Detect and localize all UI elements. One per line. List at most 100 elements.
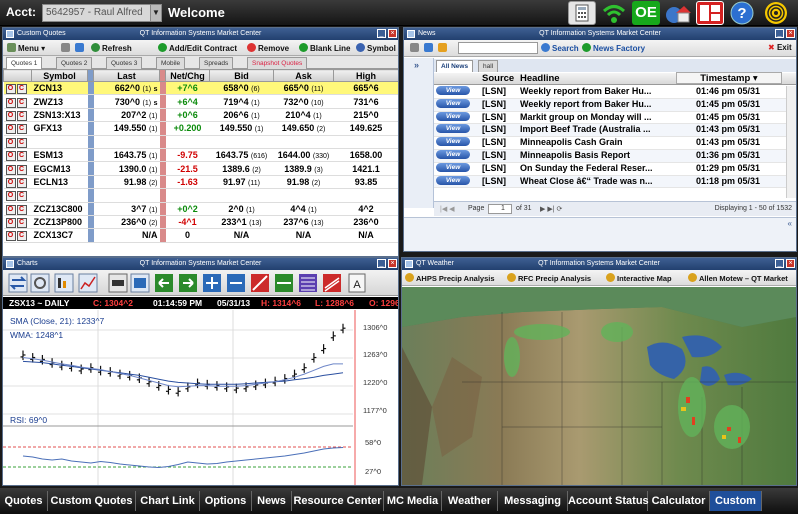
view-button[interactable]: View <box>436 98 470 108</box>
zoom-in-icon[interactable] <box>203 274 221 292</box>
bid-header[interactable]: Bid <box>209 69 274 82</box>
tab-snapshot-quotes[interactable]: Snapshot Quotes <box>247 57 308 69</box>
add-edit-contract-button[interactable]: Add/Edit Contract <box>158 43 237 53</box>
tab-messaging[interactable]: Messaging <box>498 491 568 511</box>
symbol-cell[interactable]: ZWZ13 <box>31 94 88 109</box>
tab-quotes-3[interactable]: Quotes 3 <box>106 57 143 69</box>
news-headline[interactable]: On Sunday the Federal Reser... <box>520 163 672 173</box>
wifi-icon[interactable] <box>600 1 628 25</box>
symbol-search-button[interactable]: Symbol S <box>356 43 398 53</box>
tab-mc-media[interactable]: MC Media <box>384 491 442 511</box>
ask-header[interactable]: Ask <box>273 69 334 82</box>
text-tool-icon[interactable]: A <box>348 273 366 293</box>
view-button[interactable]: View <box>436 111 470 121</box>
chart-icon[interactable]: C <box>16 110 27 121</box>
row-actions[interactable]: OC <box>3 94 32 109</box>
news-scrollbar[interactable] <box>786 86 796 198</box>
table-row[interactable]: O C ZCZ13C800 3^7 (1) +0^2 2^0 (1) 4^4 (1) 4^2 <box>3 202 398 216</box>
list-item[interactable]: View [LSN] Weekly report from Baker Hu... 0… <box>434 86 786 99</box>
chart-icon[interactable]: C <box>16 84 27 94</box>
tab-all-news[interactable]: All News <box>436 60 474 72</box>
news-sidebar-collapsed[interactable]: » <box>404 58 434 208</box>
chevron-down-icon[interactable]: ▼ <box>150 4 162 22</box>
close-button[interactable]: × <box>388 259 397 268</box>
tab-options[interactable]: Options <box>200 491 252 511</box>
order-icon[interactable]: O <box>5 177 16 188</box>
news-headline[interactable]: Minneapolis Basis Report <box>520 150 672 160</box>
tab-resource-center[interactable]: Resource Center <box>292 491 384 511</box>
order-icon[interactable]: O <box>5 231 16 242</box>
close-button[interactable]: × <box>786 259 795 268</box>
source-header[interactable]: Source <box>482 73 514 84</box>
order-icon[interactable]: O <box>5 204 16 215</box>
expand-icon[interactable]: » <box>414 60 419 70</box>
view-button[interactable]: View <box>436 124 470 134</box>
table-row[interactable]: OC <box>3 188 398 203</box>
row-actions[interactable]: OC <box>3 108 32 123</box>
target-icon[interactable] <box>762 1 790 25</box>
table-row[interactable]: O C ECLN13 91.98 (2) -1.63 91.97 (11) 91.98 (… <box>3 175 398 190</box>
help-icon[interactable]: ? <box>728 1 756 25</box>
table-row[interactable]: O C ZCZ13P800 236^0 (2) -4^1 233^1 (13) 237^6… <box>3 215 398 230</box>
menu-button[interactable]: Menu ▾ <box>7 43 45 53</box>
minimize-button[interactable]: _ <box>775 29 784 38</box>
chart-icon[interactable]: C <box>16 231 27 242</box>
exit-button[interactable]: ✖ Exit <box>768 43 792 52</box>
symbol-cell[interactable] <box>31 188 88 203</box>
row-actions[interactable]: OC <box>3 148 32 163</box>
symbol-cell[interactable] <box>31 135 88 149</box>
row-actions[interactable]: OC <box>3 175 32 190</box>
account-select[interactable]: 5642957 - Raul Alfred <box>42 4 160 22</box>
calculator-icon[interactable] <box>568 1 596 25</box>
blank-line-button[interactable]: Blank Line <box>299 43 350 53</box>
line-chart-icon[interactable] <box>78 273 98 293</box>
tab-chart-link[interactable]: Chart Link <box>136 491 200 511</box>
table-row[interactable]: O C ZSN13:X13 207^2 (1) +0^6 206^6 (1) 210^4 … <box>3 108 398 123</box>
chart-symbol[interactable]: ZSX13 ~ DAILY <box>9 298 69 308</box>
home-icon[interactable] <box>438 43 449 53</box>
table-row[interactable]: O C ZCN13 662^0 (1) s +7^6 658^0 (6) 665^0 (11… <box>3 81 398 96</box>
fib-icon[interactable] <box>299 274 317 292</box>
home-icon[interactable] <box>664 1 692 25</box>
channel-icon[interactable] <box>323 274 341 292</box>
symbol-header[interactable]: Symbol <box>31 69 88 82</box>
minimize-button[interactable]: _ <box>377 29 386 38</box>
news-headline[interactable]: Weekly report from Baker Hu... <box>520 99 672 109</box>
table-row[interactable]: O C EGCM13 1390.0 (1) -21.5 1389.6 (2) 1389.9… <box>3 161 398 176</box>
news-search-input[interactable] <box>458 42 538 54</box>
news-factory-button[interactable]: News Factory <box>582 43 645 53</box>
row-actions[interactable]: OC <box>3 161 32 176</box>
order-icon[interactable]: O <box>5 137 16 148</box>
chart-icon[interactable]: C <box>16 218 27 228</box>
chart-icon[interactable]: C <box>16 164 27 175</box>
row-actions[interactable]: OC <box>3 215 32 230</box>
list-item[interactable]: View [LSN] Minneapolis Cash Grain 01:43 pm … <box>434 137 786 150</box>
tab-hall[interactable]: hall <box>478 60 499 72</box>
last-header[interactable]: Last <box>93 69 160 82</box>
zoom-out-icon[interactable] <box>227 274 245 292</box>
skype-icon[interactable] <box>424 43 435 53</box>
tab-quotes[interactable]: Quotes <box>0 491 48 511</box>
order-icon[interactable]: O <box>5 110 16 121</box>
tab-quotes-2[interactable]: Quotes 2 <box>56 57 93 69</box>
symbol-cell[interactable]: ZCZ13P800 <box>31 215 88 230</box>
table-row[interactable]: O C ESM13 1643.75 (1) -9.75 1643.75 (616) 164… <box>3 148 398 163</box>
close-button[interactable]: × <box>786 29 795 38</box>
row-actions[interactable]: OC <box>3 121 32 136</box>
layout-icon[interactable] <box>696 1 724 25</box>
swap-symbol-icon[interactable] <box>8 273 28 293</box>
order-icon[interactable]: O <box>5 97 16 108</box>
trendline-icon[interactable] <box>251 274 269 292</box>
order-icon[interactable]: O <box>5 151 16 161</box>
order-icon[interactable]: O <box>5 218 16 228</box>
table-row[interactable]: O C GFX13 149.550 (1) +0.200 149.550 (1) 149.… <box>3 121 398 136</box>
collapse-icon[interactable]: « <box>788 219 792 228</box>
next-page-icon[interactable]: ▶ ▶| ⟳ <box>540 205 562 213</box>
row-actions[interactable]: OC <box>3 202 32 216</box>
view-button[interactable]: View <box>436 175 470 185</box>
print-icon[interactable] <box>410 43 421 53</box>
chart-icon[interactable]: C <box>16 177 27 188</box>
news-headline[interactable]: Markit group on Monday will ... <box>520 112 672 122</box>
timestamp-header[interactable]: Timestamp ▾ <box>676 72 782 84</box>
chart-icon[interactable]: C <box>16 151 27 161</box>
